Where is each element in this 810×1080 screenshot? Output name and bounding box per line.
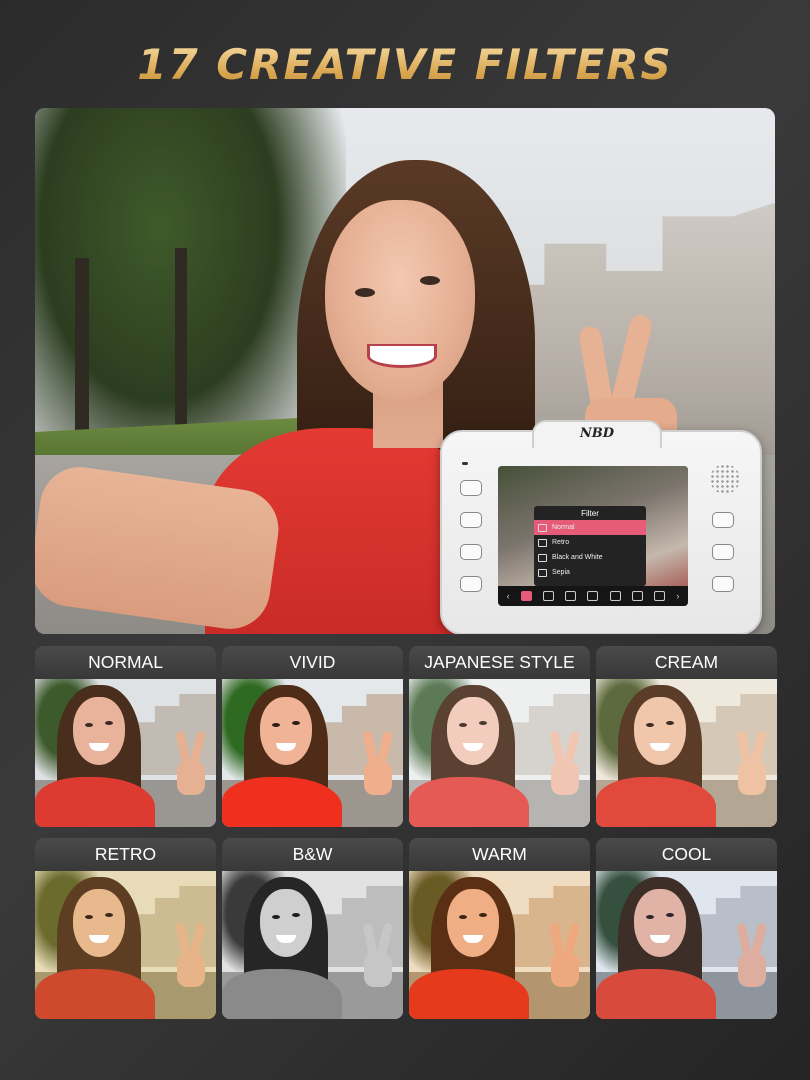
thumb-hand xyxy=(171,730,211,801)
filter-menu: Filter Normal Retro Black and White Sepi… xyxy=(534,506,646,586)
thumb-photo xyxy=(596,679,777,827)
thumb-japanese-style: JAPANESE STYLE xyxy=(409,646,590,827)
thumb-eye-left xyxy=(272,723,280,727)
thumb-label: RETRO xyxy=(35,838,216,871)
thumb-face xyxy=(73,889,125,957)
thumb-eye-left xyxy=(85,723,93,727)
chevron-left-icon: ‹ xyxy=(506,591,510,601)
mode-button xyxy=(460,544,482,560)
thumb-hand xyxy=(732,730,772,801)
thumb-face xyxy=(260,889,312,957)
thumb-hand xyxy=(545,730,585,801)
thumb-palm xyxy=(177,953,205,987)
thumb-palm xyxy=(551,953,579,987)
iso-icon xyxy=(587,591,599,601)
camera-toolbar: ‹ › xyxy=(498,586,688,606)
camera-device: NBD Filter Normal Retro Black and White … xyxy=(440,420,762,634)
thumb-photo xyxy=(35,679,216,827)
thumb-photo xyxy=(409,679,590,827)
thumb-eye-right xyxy=(292,913,300,917)
thumb-cool: COOL xyxy=(596,838,777,1019)
thumb-eye-left xyxy=(646,915,654,919)
sepia-filter-icon xyxy=(538,568,547,577)
thumb-label: B&W xyxy=(222,838,403,871)
thumb-label: COOL xyxy=(596,838,777,871)
thumb-palm xyxy=(738,761,766,795)
thumb-palm xyxy=(551,761,579,795)
thumb-hand xyxy=(358,730,398,801)
playback-button xyxy=(460,512,482,528)
thumb-hand xyxy=(171,922,211,993)
thumb-eye-right xyxy=(105,721,113,725)
normal-filter-icon xyxy=(538,523,547,532)
menu-button xyxy=(460,480,482,496)
down-button xyxy=(712,576,734,592)
up-button xyxy=(712,512,734,528)
thumb-palm xyxy=(364,953,392,987)
thumb-face xyxy=(260,697,312,765)
thumb-eye-right xyxy=(292,721,300,725)
thumb-cream: CREAM xyxy=(596,646,777,827)
thumb-face xyxy=(634,889,686,957)
exposure-icon xyxy=(609,591,621,601)
thumb-photo xyxy=(222,679,403,827)
thumb-warm: WARM xyxy=(409,838,590,1019)
chevron-right-icon: › xyxy=(676,591,680,601)
ok-button xyxy=(712,544,734,560)
thumb-hand xyxy=(732,922,772,993)
hero-smile xyxy=(367,344,437,368)
white-balance-icon xyxy=(631,591,643,601)
camera-screen: Filter Normal Retro Black and White Sepi… xyxy=(498,466,688,606)
thumb-photo xyxy=(409,871,590,1019)
thumb-vivid: VIVID xyxy=(222,646,403,827)
thumb-bw: B&W xyxy=(222,838,403,1019)
thumb-retro: RETRO xyxy=(35,838,216,1019)
thumb-photo xyxy=(596,871,777,1019)
thumb-normal: NORMAL xyxy=(35,646,216,827)
filter-option-sepia: Sepia xyxy=(534,565,646,580)
thumb-eye-right xyxy=(479,913,487,917)
thumb-eye-left xyxy=(459,723,467,727)
thumb-eye-right xyxy=(666,721,674,725)
thumb-face xyxy=(73,697,125,765)
thumb-face xyxy=(447,889,499,957)
delete-button xyxy=(460,576,482,592)
thumb-face xyxy=(634,697,686,765)
timer-icon xyxy=(654,591,666,601)
thumb-photo xyxy=(35,871,216,1019)
speaker-grille xyxy=(710,464,740,494)
thumb-label: CREAM xyxy=(596,646,777,679)
filter-option-normal: Normal xyxy=(534,520,646,535)
thumb-palm xyxy=(177,761,205,795)
filter-icon xyxy=(520,591,532,601)
hero-photo: NBD Filter Normal Retro Black and White … xyxy=(35,108,775,634)
thumb-eye-right xyxy=(479,721,487,725)
focus-icon xyxy=(543,591,555,601)
thumb-hand xyxy=(358,922,398,993)
retro-filter-icon xyxy=(538,538,547,547)
thumb-label: VIVID xyxy=(222,646,403,679)
thumb-label: JAPANESE STYLE xyxy=(409,646,590,679)
thumb-label: NORMAL xyxy=(35,646,216,679)
headline: 17 CREATIVE FILTERS xyxy=(0,40,810,100)
bw-filter-icon xyxy=(538,553,547,562)
thumb-eye-left xyxy=(646,723,654,727)
filter-option-bw: Black and White xyxy=(534,550,646,565)
camera-brand-logo: NBD xyxy=(579,426,615,441)
thumb-eye-right xyxy=(105,913,113,917)
zoom-icon xyxy=(565,591,577,601)
filter-menu-title: Filter xyxy=(581,509,599,518)
filter-option-retro: Retro xyxy=(534,535,646,550)
thumb-photo xyxy=(222,871,403,1019)
thumb-face xyxy=(447,697,499,765)
thumb-eye-left xyxy=(272,915,280,919)
thumb-hand xyxy=(545,922,585,993)
thumb-eye-left xyxy=(459,915,467,919)
thumb-palm xyxy=(738,953,766,987)
thumb-eye-left xyxy=(85,915,93,919)
hero-face xyxy=(325,200,475,400)
thumb-label: WARM xyxy=(409,838,590,871)
thumb-eye-right xyxy=(666,913,674,917)
thumb-palm xyxy=(364,761,392,795)
